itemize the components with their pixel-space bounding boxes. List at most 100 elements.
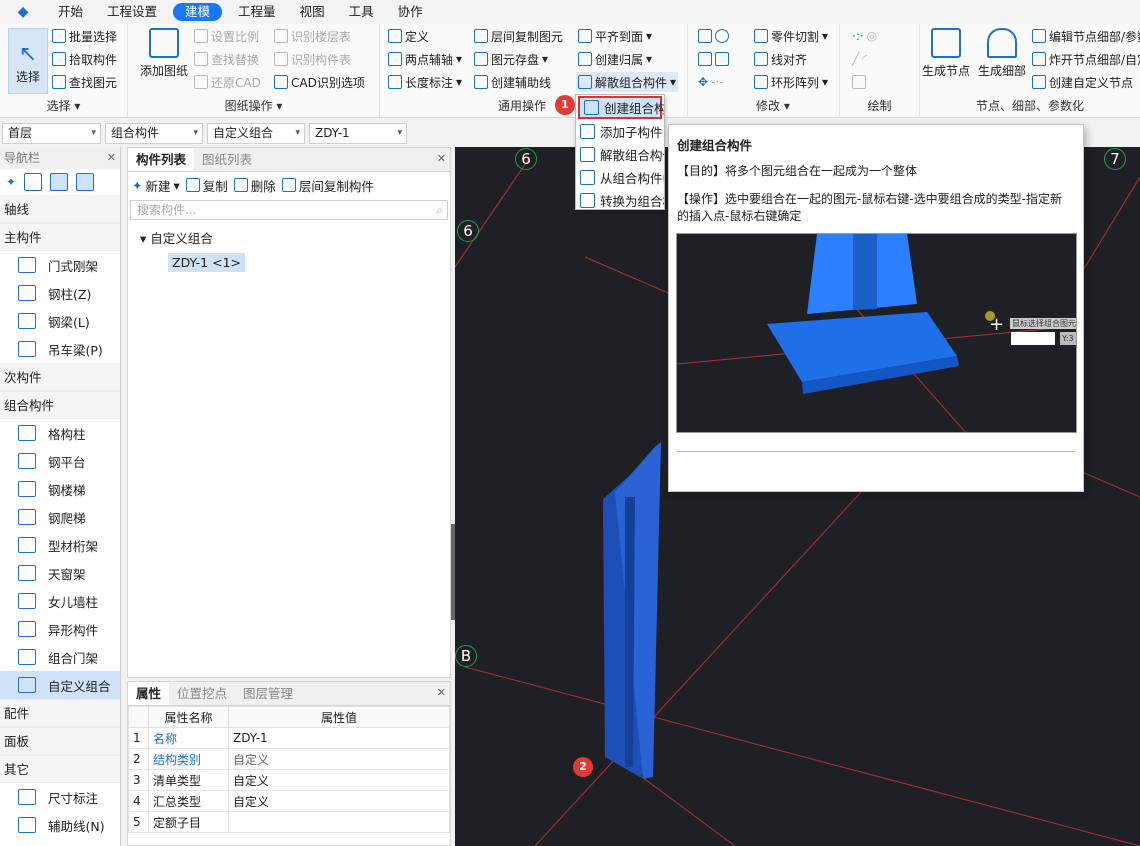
close-icon[interactable]: ✕ <box>437 686 446 699</box>
table-row[interactable]: 2 结构类别 自定义 <box>128 748 450 770</box>
tab-position-pick[interactable]: 位置挖点 <box>169 682 235 705</box>
ring-array-button[interactable]: 环形阵列 ▾ <box>754 72 828 92</box>
menu-tools[interactable]: 工具 <box>337 0 386 24</box>
nav-item-combo-gantry[interactable]: 组合门架 <box>0 643 120 671</box>
axis-label-6-top[interactable]: 6 <box>515 148 537 170</box>
table-row[interactable]: 3 清单类型 自定义 <box>128 769 450 791</box>
menu-collaborate[interactable]: 协作 <box>386 0 435 24</box>
find-replace-button[interactable]: 查找替换 <box>194 49 259 69</box>
app-logo-icon[interactable]: ◆ <box>0 0 46 24</box>
nav-category-other[interactable]: 其它 <box>0 755 120 783</box>
tab-properties[interactable]: 属性 <box>128 682 170 705</box>
menu-item-remove-from-combo[interactable]: 从组合构件中 <box>576 166 664 189</box>
menu-view[interactable]: 视图 <box>288 0 337 24</box>
nav-category-fittings[interactable]: 配件 <box>0 699 120 727</box>
recognize-floor-table-button[interactable]: 识别楼层表 <box>274 26 351 46</box>
create-home-button[interactable]: 创建归属 ▾ <box>578 49 652 69</box>
nav-item-portal-frame[interactable]: 门式刚架 <box>0 251 120 279</box>
restore-cad-button[interactable]: 还原CAD <box>194 72 261 92</box>
nav-item-crane-beam[interactable]: 吊车梁(P) <box>0 335 120 363</box>
component-search-input[interactable]: 搜索构件... ⌕ <box>130 200 448 220</box>
menu-item-add-child[interactable]: 添加子构件 <box>576 120 664 143</box>
tab-component-list[interactable]: 构件列表 <box>128 148 195 171</box>
cut-part-button[interactable]: 零件切割 ▾ <box>754 26 828 46</box>
batch-select-button[interactable]: 批量选择 <box>52 26 117 46</box>
nav-category-combo[interactable]: 组合构件 <box>0 391 120 419</box>
two-point-axis-button[interactable]: 两点辅轴 ▾ <box>388 49 462 69</box>
point-tool-button[interactable]: ·:· ◎ <box>852 26 877 46</box>
nav-item-skylight-frame[interactable]: 天窗架 <box>0 559 120 587</box>
set-scale-button[interactable]: 设置比例 <box>194 26 259 46</box>
nav-item-aux-line[interactable]: 辅助线(N) <box>0 811 120 839</box>
menu-item-create-combo[interactable]: 创建组合构件 <box>578 96 664 119</box>
close-icon[interactable]: ✕ <box>437 152 446 165</box>
floor-select[interactable]: 首层 <box>2 123 101 144</box>
generate-node-button[interactable]: 生成节点 <box>922 28 970 79</box>
pin-icon[interactable]: ✦ <box>6 175 16 189</box>
list-view-icon[interactable] <box>50 173 69 191</box>
find-element-button[interactable]: 查找图元 <box>52 72 117 92</box>
nav-category-main[interactable]: 主构件 <box>0 223 120 251</box>
copy-floor-elements-button[interactable]: 层间复制图元 <box>474 26 563 46</box>
define-button[interactable]: 定义 <box>388 26 429 46</box>
recognize-component-table-button[interactable]: 识别构件表 <box>274 49 351 69</box>
close-icon[interactable]: ✕ <box>107 147 116 169</box>
nav-item-steel-ladder[interactable]: 钢爬梯 <box>0 503 120 531</box>
menu-item-convert-combo[interactable]: 转换为组合构 <box>576 189 664 209</box>
menu-quantity[interactable]: 工程量 <box>226 0 288 24</box>
item-select[interactable]: ZDY-1 <box>309 123 407 144</box>
add-drawing-button[interactable]: 添加图纸 <box>140 28 188 79</box>
copy-floor-component-button[interactable]: 层间复制构件 <box>281 176 374 195</box>
nav-item-lattice-column[interactable]: 格构柱 <box>0 419 120 447</box>
tab-drawing-list[interactable]: 图纸列表 <box>194 148 260 171</box>
nav-item-steel-stair[interactable]: 钢楼梯 <box>0 475 120 503</box>
align-to-face-button[interactable]: 平齐到面 ▾ <box>578 26 652 46</box>
axis-label-7[interactable]: 7 <box>1104 148 1126 170</box>
create-aux-line-button[interactable]: 创建辅助线 <box>474 72 551 92</box>
nav-item-special-component[interactable]: 异形构件 <box>0 615 120 643</box>
move-tool-button[interactable]: ✥ -·- <box>698 72 724 92</box>
grid-view-icon[interactable] <box>24 173 43 191</box>
nav-item-custom-combo[interactable]: 自定义组合 <box>0 671 120 699</box>
nav-item-steel-column[interactable]: 钢柱(Z) <box>0 279 120 307</box>
category-select[interactable]: 组合构件 <box>105 123 203 144</box>
edit-node-button[interactable]: 编辑节点细部/参数 <box>1032 26 1140 46</box>
new-component-button[interactable]: ✦ 新建 ▾ <box>132 176 180 195</box>
menu-item-dissolve-combo[interactable]: 解散组合构件 <box>576 143 664 166</box>
nav-item-dimension[interactable]: 尺寸标注 <box>0 783 120 811</box>
length-dim-button[interactable]: 长度标注 ▾ <box>388 72 462 92</box>
menu-modeling[interactable]: 建模 <box>173 3 223 21</box>
delete-tool-button[interactable] <box>698 26 729 46</box>
detail-view-icon[interactable] <box>76 173 95 191</box>
dissolve-combo-button[interactable]: 解散组合构件 ▾ <box>576 72 679 92</box>
line-align-button[interactable]: 线对齐 <box>754 49 807 69</box>
table-row[interactable]: 1 名称 ZDY-1 <box>128 727 450 749</box>
delete-component-button[interactable]: 删除 <box>233 176 276 195</box>
nav-category-secondary[interactable]: 次构件 <box>0 363 120 391</box>
copy-tool-button[interactable] <box>698 49 729 69</box>
nav-item-steel-platform[interactable]: 钢平台 <box>0 447 120 475</box>
create-custom-node-button[interactable]: 创建自定义节点 <box>1032 72 1133 92</box>
rect-tool-button[interactable] <box>852 72 866 92</box>
menu-project-settings[interactable]: 工程设置 <box>95 0 169 24</box>
type-select[interactable]: 自定义组合 <box>207 123 305 144</box>
line-tool-button[interactable]: ╱ ◜ <box>852 49 867 69</box>
menu-start[interactable]: 开始 <box>46 0 95 24</box>
cad-options-button[interactable]: CAD识别选项 <box>274 72 365 92</box>
explode-node-button[interactable]: 炸开节点细部/自定义 <box>1032 49 1140 69</box>
nav-item-parapet-column[interactable]: 女儿墙柱 <box>0 587 120 615</box>
copy-component-button[interactable]: 复制 <box>185 176 228 195</box>
save-element-button[interactable]: 图元存盘 ▾ <box>474 49 548 69</box>
select-button[interactable]: ↖ 选择 <box>8 28 48 94</box>
nav-category-axis[interactable]: 轴线 <box>0 195 120 223</box>
tree-item-zdy1[interactable]: ZDY-1 <1> <box>168 253 245 272</box>
table-row[interactable]: 5 定额子目 <box>128 811 450 833</box>
nav-item-steel-beam[interactable]: 钢梁(L) <box>0 307 120 335</box>
nav-category-panel[interactable]: 面板 <box>0 727 120 755</box>
table-row[interactable]: 4 汇总类型 自定义 <box>128 790 450 812</box>
axis-label-b[interactable]: B <box>455 645 477 667</box>
axis-label-6-left[interactable]: 6 <box>457 220 479 242</box>
generate-detail-button[interactable]: 生成细部 <box>978 28 1026 79</box>
nav-item-profile-truss[interactable]: 型材桁架 <box>0 531 120 559</box>
tree-node-custom-combo[interactable]: ▾ 自定义组合 <box>140 228 450 247</box>
